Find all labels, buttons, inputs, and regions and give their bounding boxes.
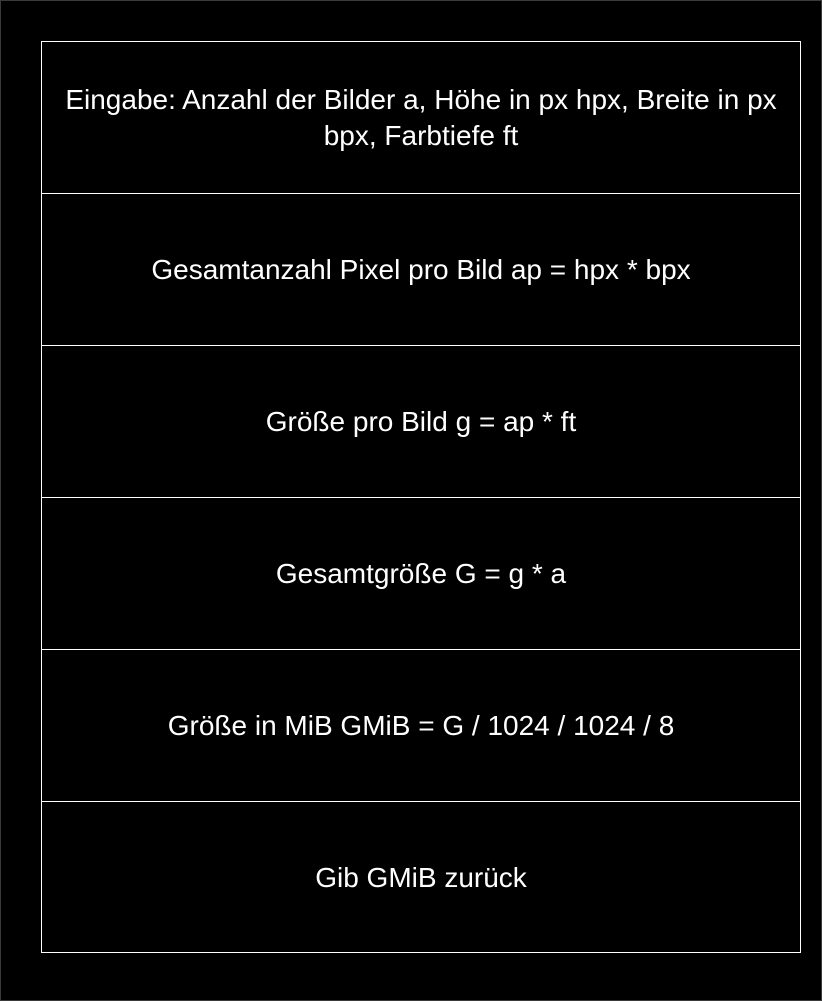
step-pixel-count-text: Gesamtanzahl Pixel pro Bild ap = hpx * b… — [151, 253, 691, 285]
step-return: Gib GMiB zurück — [42, 802, 800, 954]
step-total-size-text: Gesamtgröße G = g * a — [275, 557, 567, 589]
step-pixel-count: Gesamtanzahl Pixel pro Bild ap = hpx * b… — [42, 194, 800, 346]
nassi-shneiderman-diagram: Eingabe: Anzahl der Bilder a, Höhe in px… — [41, 41, 801, 953]
step-input-text: Eingabe: Anzahl der Bilder a, Höhe in px… — [65, 83, 777, 151]
canvas-frame: Eingabe: Anzahl der Bilder a, Höhe in px… — [0, 0, 822, 1001]
step-input: Eingabe: Anzahl der Bilder a, Höhe in px… — [42, 42, 800, 194]
step-return-text: Gib GMiB zurück — [315, 862, 527, 893]
step-size-per-image: Größe pro Bild g = ap * ft — [42, 346, 800, 498]
step-total-size: Gesamtgröße G = g * a — [42, 498, 800, 650]
step-size-in-mib: Größe in MiB GMiB = G / 1024 / 1024 / 8 — [42, 650, 800, 802]
step-size-per-image-text: Größe pro Bild g = ap * ft — [265, 405, 577, 437]
step-size-in-mib-text: Größe in MiB GMiB = G / 1024 / 1024 / 8 — [167, 709, 675, 741]
